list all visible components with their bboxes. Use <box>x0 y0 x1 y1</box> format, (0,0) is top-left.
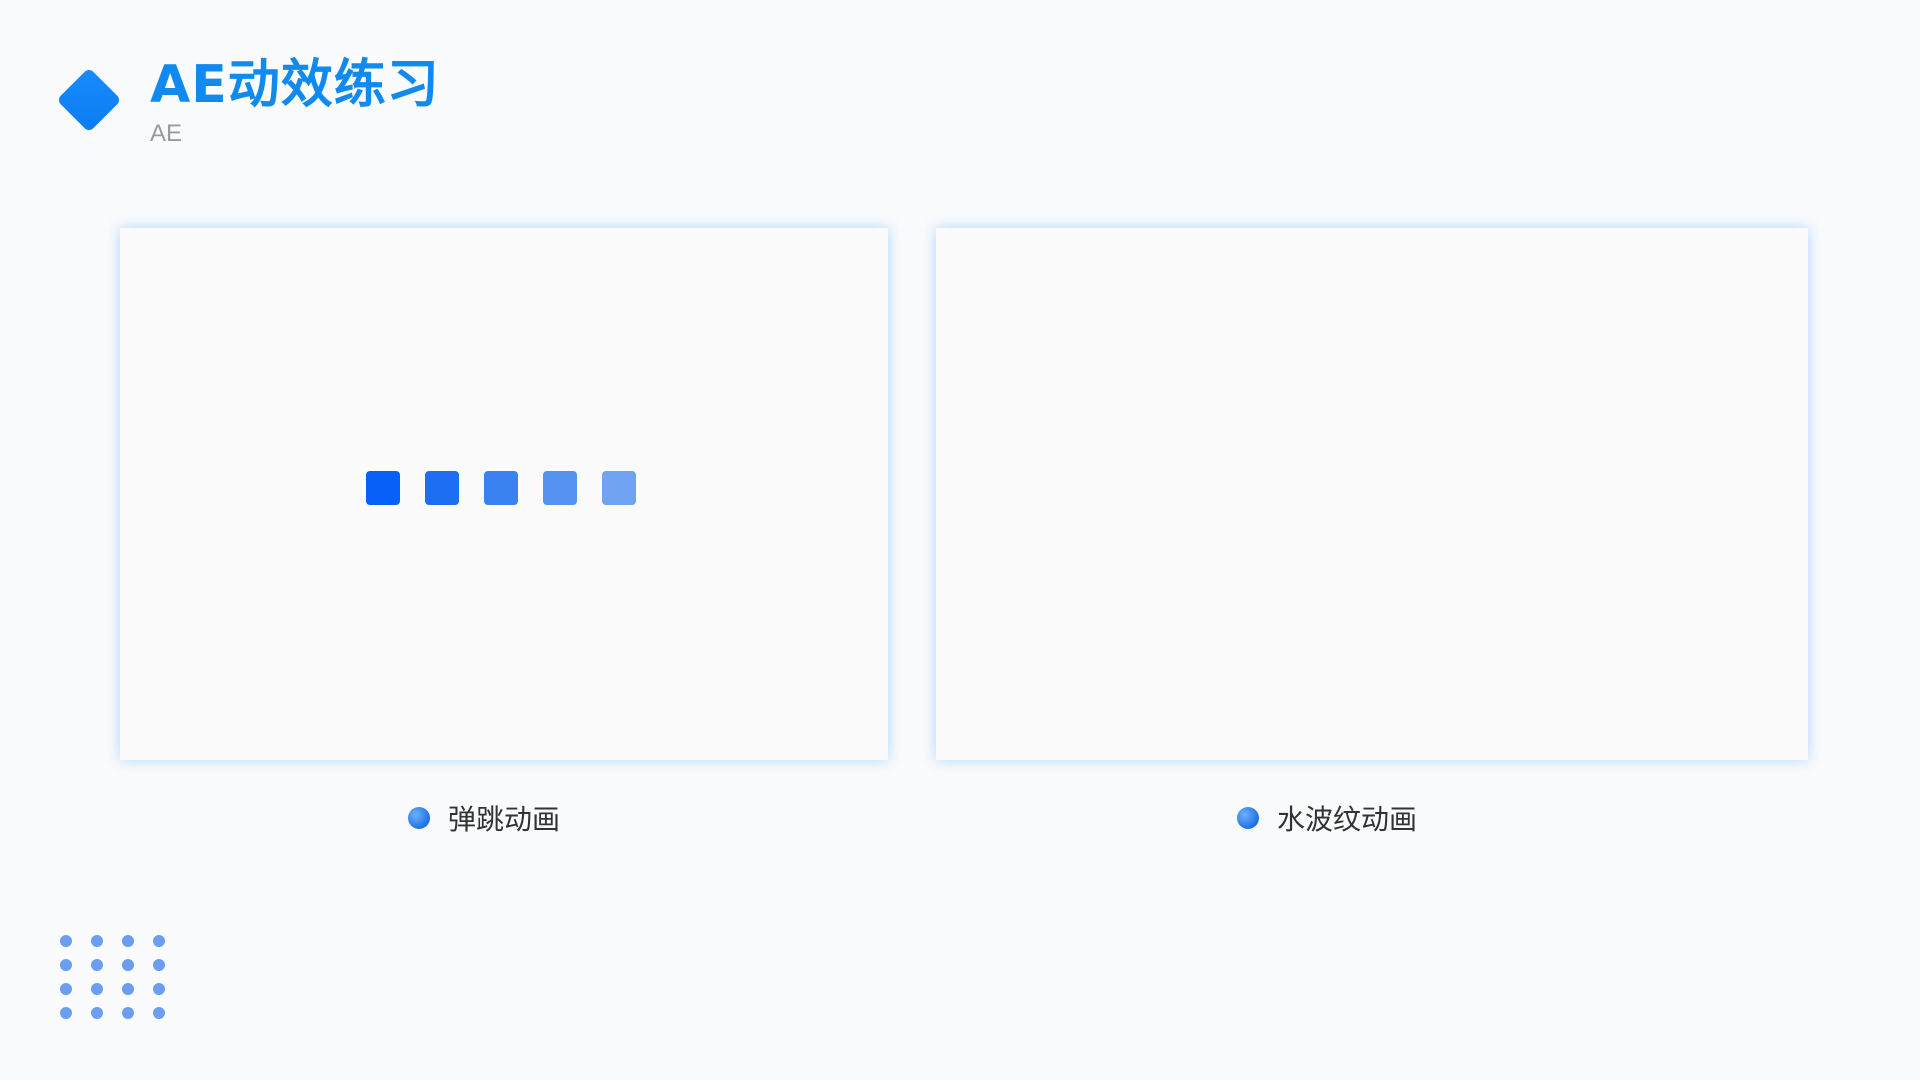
bounce-square <box>484 471 518 505</box>
decor-dot <box>153 983 165 995</box>
ripple-animation-preview <box>936 228 1808 760</box>
decor-dot <box>153 935 165 947</box>
page-title: AE动效练习 <box>150 55 440 115</box>
decor-dot <box>122 1007 134 1019</box>
decor-dot <box>60 1007 72 1019</box>
decor-dot <box>153 1007 165 1019</box>
bounce-caption-label: 弹跳动画 <box>448 803 561 836</box>
bounce-animation-preview <box>120 228 888 760</box>
bounce-caption: 弹跳动画 <box>408 798 560 838</box>
decor-dot <box>91 983 103 995</box>
decor-dot <box>60 935 72 947</box>
diamond-logo-icon <box>56 67 122 133</box>
decor-dot <box>91 1007 103 1019</box>
bullet-dot-icon <box>1237 807 1259 829</box>
decorative-dot-grid <box>60 935 165 1019</box>
decor-dot <box>60 959 72 971</box>
bounce-square <box>425 471 459 505</box>
decor-dot <box>122 959 134 971</box>
decor-dot <box>122 983 134 995</box>
decor-dot <box>91 935 103 947</box>
bounce-square <box>602 471 636 505</box>
decor-dot <box>60 983 72 995</box>
ripple-caption-label: 水波纹动画 <box>1277 803 1418 836</box>
ripple-caption: 水波纹动画 <box>1237 798 1417 838</box>
page-subtitle: AE <box>150 120 183 147</box>
bullet-dot-icon <box>408 807 430 829</box>
bounce-square <box>543 471 577 505</box>
decor-dot <box>153 959 165 971</box>
decor-dot <box>122 935 134 947</box>
slide: AE动效练习 AE 弹跳动画 水波纹动画 <box>0 0 1920 1080</box>
decor-dot <box>91 959 103 971</box>
bounce-square <box>366 471 400 505</box>
bounce-squares <box>366 471 636 505</box>
